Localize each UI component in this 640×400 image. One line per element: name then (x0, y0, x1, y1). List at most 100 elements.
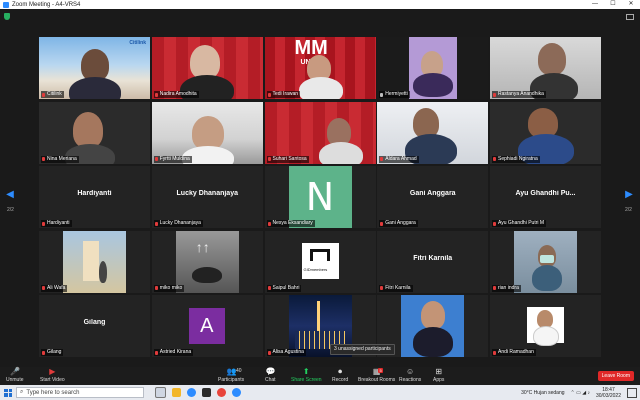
tray-icons[interactable]: ⌃ ▭ ◢ ♪ (571, 390, 590, 396)
participant-tile[interactable]: Sephiadi Ngiratna (490, 101, 601, 164)
start-video-button[interactable]: ▶ Start Video (40, 367, 65, 384)
window-title: Zoom Meeting - A4-VRS4 (12, 1, 81, 8)
participant-tile[interactable]: Gilang Gilang (39, 295, 150, 357)
participant-tile[interactable]: Aldara Ahmad (377, 101, 489, 164)
participant-tile[interactable]: Andi Ramadhan (490, 295, 601, 357)
previous-page-arrow-icon[interactable]: ◀ (6, 189, 14, 209)
meeting-toolbar: 🎤 Unmute ▶ Start Video 👥 40 Participants… (0, 367, 640, 385)
participant-tile[interactable]: MM UNIQUE Tedi Irawan (264, 37, 376, 99)
participant-tile[interactable]: Nina Meriana (39, 101, 150, 164)
participant-name: Saipul Bahri (272, 284, 300, 291)
participant-name: Gilang (47, 349, 62, 355)
participant-name: miko miko (159, 284, 183, 291)
view-toggle-icon[interactable] (626, 14, 634, 20)
chrome-icon[interactable] (217, 388, 226, 397)
video-off-icon: ▶ (49, 367, 56, 376)
video-feed (151, 37, 263, 99)
participant-name: Astried Kirana (159, 349, 192, 355)
participant-label: Gilang (41, 349, 64, 356)
participant-tile[interactable]: Gani Anggara Gani Anggara (377, 166, 489, 228)
reactions-button[interactable]: ☺ Reactions (399, 368, 421, 384)
apps-button[interactable]: ⊞ Apps (433, 368, 444, 384)
participant-tile[interactable]: Citilink Citilink (39, 37, 150, 99)
taskbar-apps (152, 387, 244, 398)
maximize-button[interactable]: ☐ (604, 0, 622, 9)
edge-icon[interactable] (187, 388, 196, 397)
notification-icon[interactable] (627, 387, 637, 398)
record-icon: ⏺ (338, 367, 343, 376)
file-explorer-icon[interactable] (172, 388, 181, 397)
participant-tile[interactable]: Ayu Ghandhi Pu... Ayu Ghandhi Putri M (490, 166, 601, 228)
participant-name: Fitri Karnila (385, 284, 411, 291)
participant-label: Ayu Ghandhi Putri M (492, 220, 547, 227)
video-feed (39, 101, 150, 164)
participant-label: Tedi Irawan (266, 91, 301, 98)
participant-tile-active-speaker[interactable]: Hermiyetti (377, 37, 489, 99)
participant-name: Aldara Ahmad (385, 155, 417, 162)
participant-name: Nadira Amodhita (159, 91, 197, 97)
windows-start-icon[interactable] (4, 388, 12, 397)
participant-tile[interactable]: A Astried Kirana (151, 295, 263, 357)
participant-name: Fyrtti Muldina (159, 155, 190, 162)
muted-mic-icon (42, 221, 45, 226)
participants-count: 40 (236, 368, 242, 374)
participant-tile[interactable]: Fitri Karnila Fitri Karnila (377, 230, 489, 293)
weather-widget[interactable]: 30°C Hujan sedang (521, 390, 564, 396)
muted-mic-icon (267, 221, 271, 226)
participant-label: Suhari Santosa (266, 155, 309, 163)
participant-tile[interactable]: N Nesya Eksandiary (264, 166, 376, 228)
muted-mic-icon (380, 286, 384, 290)
muted-mic-icon (267, 157, 271, 161)
participant-label: Rastanya Anandhika (492, 91, 546, 98)
minimize-button[interactable]: — (586, 0, 604, 9)
unmute-button[interactable]: 🎤 Unmute (6, 368, 24, 384)
participant-tile[interactable]: Suhari Santosa (264, 101, 376, 164)
leave-room-button[interactable]: Leave Room (597, 371, 634, 381)
video-feed (264, 101, 376, 164)
taskbar-search-box[interactable]: ⌕ Type here to search (16, 387, 144, 398)
participant-tile[interactable]: Nadira Amodhita (151, 37, 263, 99)
window-controls: — ☐ ✕ (586, 0, 640, 9)
participant-tile[interactable]: Ali Wafa (39, 230, 150, 293)
unassigned-participants-button[interactable]: 3 unassigned participants (330, 344, 395, 355)
logo-text: GIDmembers (303, 266, 328, 272)
taskbar-clock[interactable]: 18:47 30/03/2022 (596, 387, 621, 399)
store-icon[interactable] (202, 388, 211, 397)
participant-label: Gani Anggara (379, 220, 418, 227)
shield-icon[interactable] (4, 13, 10, 20)
muted-mic-icon (493, 157, 496, 161)
breakout-rooms-label: Breakout Rooms (358, 377, 396, 383)
participant-label: Hardiyanti (41, 220, 72, 227)
chat-button[interactable]: 💬 Chat (265, 367, 276, 384)
participant-tile[interactable]: ↑↑ miko miko (151, 230, 263, 293)
zoom-icon[interactable] (232, 388, 241, 397)
participant-tile[interactable]: rian indra (490, 230, 601, 293)
participant-tile[interactable]: Lucky Dhananjaya Lucky Dhananjaya (151, 166, 263, 228)
participant-name: Ayu Ghandhi Putri M (498, 220, 545, 226)
participant-tile[interactable]: GIDmembers Saipul Bahri (264, 230, 376, 293)
participants-button[interactable]: 👥 40 Participants (218, 368, 244, 384)
chat-icon: 💬 (265, 367, 276, 376)
task-view-icon[interactable] (155, 387, 166, 398)
record-button[interactable]: ⏺ Record (332, 367, 348, 384)
muted-mic-icon (154, 221, 158, 226)
breakout-rooms-button[interactable]: ▦ 5 Breakout Rooms (358, 368, 396, 384)
participant-tile[interactable]: Hardiyanti Hardiyanti (39, 166, 150, 228)
participant-center-name: Lucky Dhananjaya (176, 190, 238, 197)
muted-mic-icon (42, 350, 45, 355)
muted-mic-icon (267, 350, 271, 355)
participant-tile[interactable]: Fyrtti Muldina (151, 101, 263, 164)
avatar: A (188, 308, 225, 344)
participant-label: Nina Meriana (41, 155, 79, 163)
share-screen-button[interactable]: ⬆ Share Screen (291, 368, 322, 384)
chat-label: Chat (265, 377, 276, 383)
participant-tile[interactable]: Rastanya Anandhika (490, 37, 601, 99)
participant-name: Gani Anggara (385, 220, 416, 226)
participant-name: Hardiyanti (47, 220, 70, 226)
participant-label: Fitri Karnila (379, 284, 413, 292)
close-button[interactable]: ✕ (622, 0, 640, 9)
participant-name: Lucky Dhananjaya (159, 220, 201, 226)
next-page-arrow-icon[interactable]: ▶ (625, 189, 633, 209)
participant-center-name: Gilang (83, 319, 106, 326)
muted-mic-icon (493, 286, 496, 290)
